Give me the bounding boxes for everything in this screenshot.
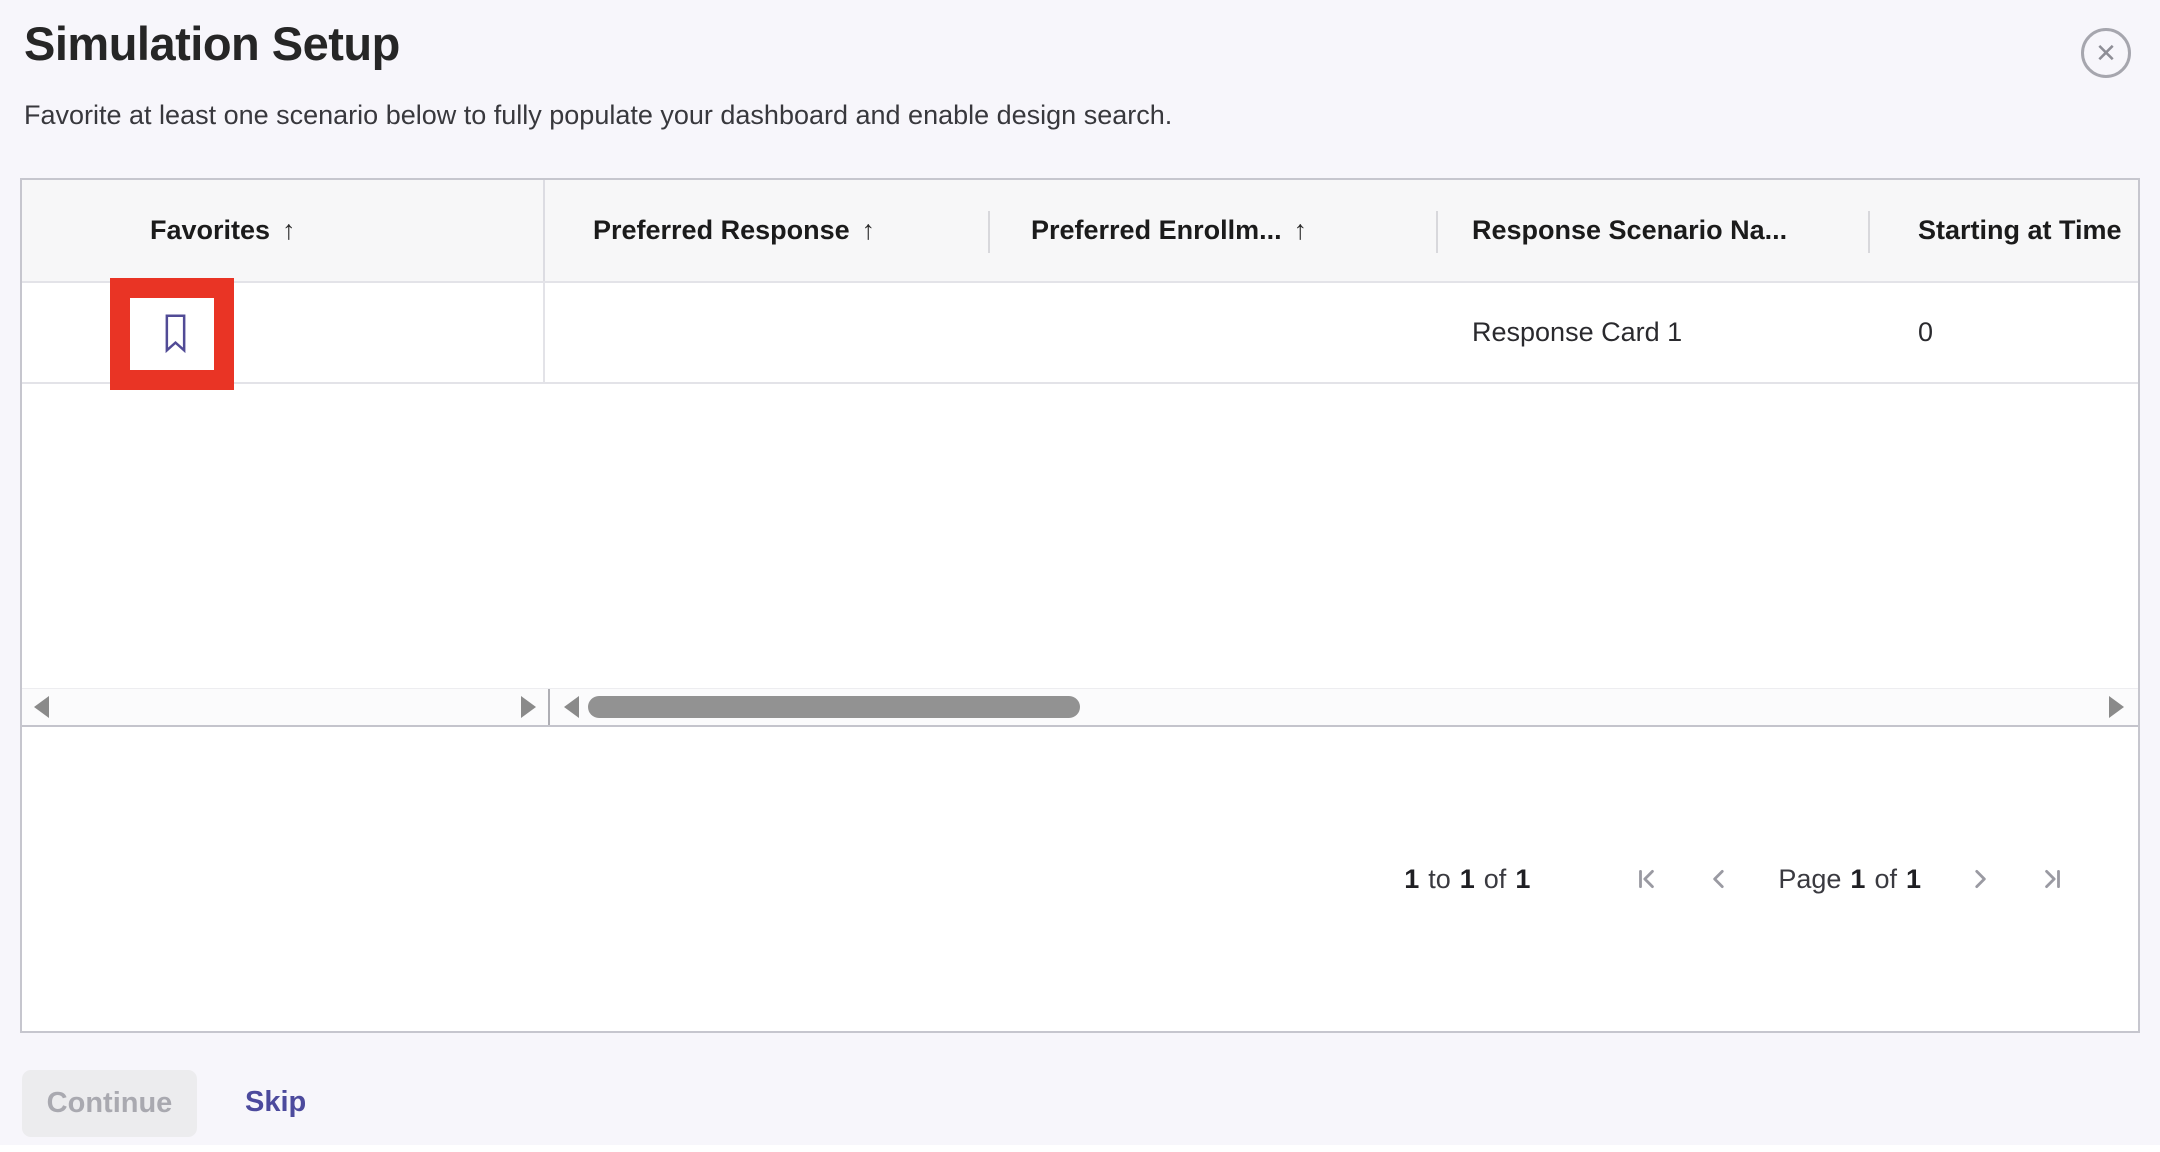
page-word: Page xyxy=(1778,864,1841,895)
column-header-starting-at-time[interactable]: Starting at Time xyxy=(1868,180,2138,281)
column-header-preferred-enrollment[interactable]: Preferred Enrollm... ↑ xyxy=(988,180,1436,281)
cell-preferred-response xyxy=(545,283,988,382)
chevron-left-icon xyxy=(1706,866,1732,892)
range-from: 1 xyxy=(1404,864,1419,895)
previous-page-button[interactable] xyxy=(1706,866,1732,892)
pagination-bar: 1 to 1 of 1 Page xyxy=(22,725,2138,1031)
last-page-button[interactable] xyxy=(2039,866,2065,892)
scenario-table: Favorites ↑ Preferred Response ↑ Preferr… xyxy=(20,178,2140,1033)
cell-preferred-enrollment xyxy=(988,283,1436,382)
cell-favorites xyxy=(22,283,545,382)
row-range-summary: 1 to 1 of 1 xyxy=(1404,864,1530,895)
page-total: 1 xyxy=(1906,864,1921,895)
favorite-toggle-button[interactable] xyxy=(153,305,197,361)
dialog-subtitle: Favorite at least one scenario below to … xyxy=(24,100,1172,131)
column-label: Favorites xyxy=(150,215,270,246)
horizontal-scrollbar-area xyxy=(22,688,2138,725)
range-to: 1 xyxy=(1460,864,1475,895)
scroll-right-icon[interactable] xyxy=(521,696,536,718)
close-button[interactable]: ✕ xyxy=(2081,28,2131,78)
range-total: 1 xyxy=(1515,864,1530,895)
bookmark-icon xyxy=(163,312,188,354)
last-page-icon xyxy=(2039,866,2065,892)
continue-button[interactable]: Continue xyxy=(22,1070,197,1137)
first-page-button[interactable] xyxy=(1634,866,1660,892)
page-indicator: Page 1 of 1 xyxy=(1778,864,1921,895)
skip-button[interactable]: Skip xyxy=(245,1086,306,1119)
scroll-right-icon[interactable] xyxy=(2109,696,2124,718)
scroll-left-icon[interactable] xyxy=(34,696,49,718)
cell-starting-at-time: 0 xyxy=(1868,283,2138,382)
cell-response-scenario-name: Response Card 1 xyxy=(1436,283,1868,382)
column-label: Preferred Enrollm... xyxy=(1031,215,1282,246)
column-header-response-scenario-name[interactable]: Response Scenario Na... xyxy=(1436,180,1868,281)
pinned-column-scrollbar[interactable] xyxy=(22,689,548,725)
chevron-right-icon xyxy=(1967,866,1993,892)
column-label: Response Scenario Na... xyxy=(1472,215,1787,246)
pagination-controls: 1 to 1 of 1 Page xyxy=(1404,864,2065,895)
column-header-preferred-response[interactable]: Preferred Response ↑ xyxy=(545,180,988,281)
sort-ascending-icon: ↑ xyxy=(862,215,876,246)
table-body-empty-area xyxy=(22,384,2138,688)
scroll-left-icon[interactable] xyxy=(564,696,579,718)
column-label: Starting at Time xyxy=(1918,215,2122,246)
sort-ascending-icon: ↑ xyxy=(1294,215,1308,246)
scrollbar-thumb[interactable] xyxy=(588,696,1080,718)
table-row: Response Card 1 0 xyxy=(22,283,2138,384)
close-icon: ✕ xyxy=(2095,38,2117,69)
column-header-favorites[interactable]: Favorites ↑ xyxy=(22,180,545,281)
range-of-word: of xyxy=(1484,864,1507,895)
sort-ascending-icon: ↑ xyxy=(282,215,296,246)
simulation-setup-dialog: Simulation Setup Favorite at least one s… xyxy=(0,0,2160,1152)
range-to-word: to xyxy=(1428,864,1451,895)
table-header-row: Favorites ↑ Preferred Response ↑ Preferr… xyxy=(22,180,2138,283)
column-label: Preferred Response xyxy=(593,215,850,246)
first-page-icon xyxy=(1634,866,1660,892)
bottom-edge-strip xyxy=(0,1145,2160,1152)
main-scrollbar[interactable] xyxy=(548,689,2138,725)
page-current: 1 xyxy=(1850,864,1865,895)
page-of-word: of xyxy=(1874,864,1897,895)
next-page-button[interactable] xyxy=(1967,866,1993,892)
page-title: Simulation Setup xyxy=(24,16,400,71)
